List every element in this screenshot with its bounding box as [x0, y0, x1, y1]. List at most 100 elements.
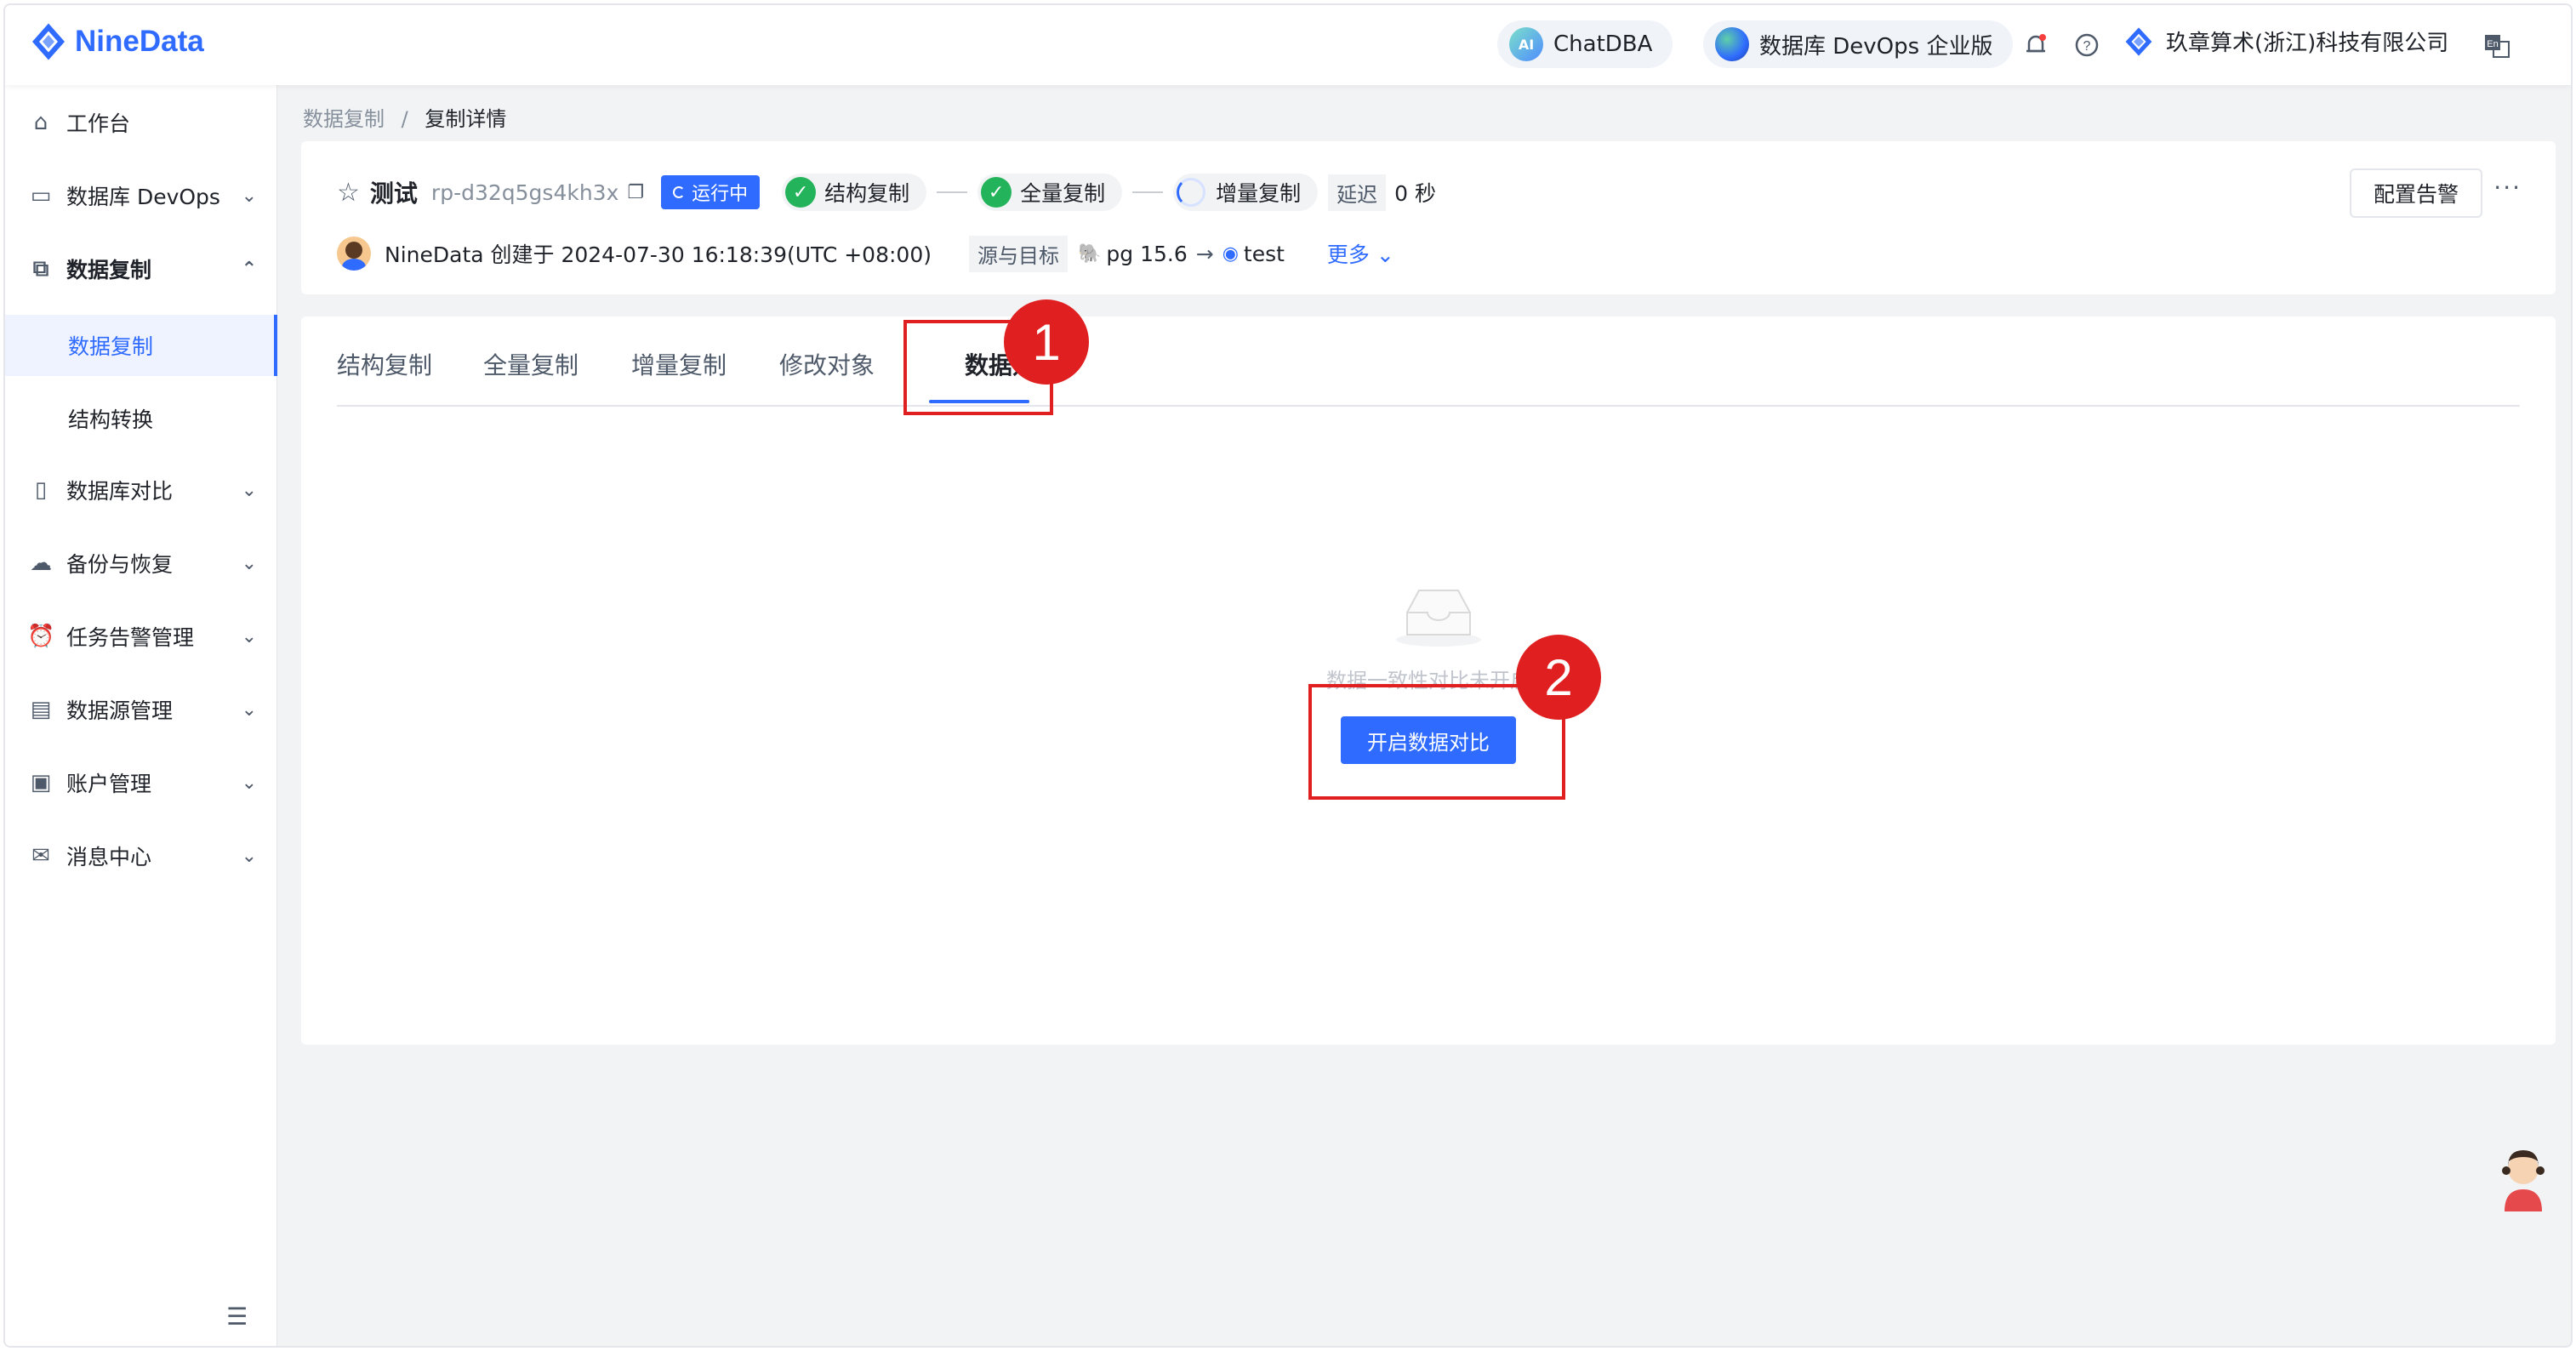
breadcrumb-parent[interactable]: 数据复制 [303, 107, 385, 131]
delay-label: 延迟 [1328, 174, 1387, 211]
configure-alarm-button[interactable]: 配置告警 [2349, 168, 2482, 218]
sidebar-item-messages[interactable]: ✉ 消息中心 ⌄ [5, 825, 277, 886]
top-header: NineData AI ChatDBA 数据库 DevOps 企业版 ? 玖章算… [5, 5, 2571, 85]
chevron-down-icon: ⌄ [241, 772, 257, 794]
chatdba-icon: AI [1509, 27, 1543, 61]
sidebar-item-label: 数据源管理 [66, 698, 174, 723]
chatdba-button[interactable]: AI ChatDBA [1497, 20, 1673, 68]
chevron-down-icon: ⌄ [241, 625, 257, 647]
status-badge: 运行中 [661, 175, 761, 209]
target-db-icon: ◉ [1222, 242, 1239, 265]
annotation-marker-2: 2 [1516, 635, 1601, 720]
app-window: NineData AI ChatDBA 数据库 DevOps 企业版 ? 玖章算… [3, 3, 2573, 1348]
step-label: 增量复制 [1216, 181, 1302, 206]
compare-icon: ▯ [34, 477, 48, 503]
tab-incremental-replication[interactable]: 增量复制 [631, 347, 727, 381]
configure-alarm-label: 配置告警 [2373, 182, 2459, 207]
chevron-down-icon: ⌄ [241, 479, 257, 501]
avatar [337, 237, 371, 271]
chevron-up-icon: ⌃ [241, 258, 257, 280]
mail-icon: ✉ [31, 843, 50, 869]
arrow-right-icon: → [1195, 241, 1214, 266]
sidebar-subitem-replication[interactable]: 数据复制 [5, 315, 277, 376]
sidebar-item-label: 数据复制 [68, 334, 154, 359]
sidebar-item-label: 任务告警管理 [66, 625, 195, 650]
sidebar-item-label: 工作台 [66, 111, 131, 136]
sidebar-item-devops[interactable]: ▭ 数据库 DevOps ⌄ [5, 165, 277, 226]
step-incremental: 增量复制 [1173, 174, 1319, 211]
sidebar-item-workbench[interactable]: ⌂ 工作台 [5, 92, 277, 153]
sidebar-item-replication[interactable]: ⧉ 数据复制 ⌃ [5, 238, 277, 299]
check-icon: ✓ [981, 177, 1012, 208]
edition-label: 数据库 DevOps 企业版 [1759, 33, 1993, 60]
more-link[interactable]: 更多 ⌄ [1327, 238, 1394, 269]
org-switcher[interactable]: 玖章算术(浙江)科技有限公司 [2123, 26, 2448, 57]
step-label: 全量复制 [1020, 181, 1106, 206]
help-icon[interactable]: ? [2072, 31, 2101, 60]
bell-icon[interactable] [2021, 31, 2050, 60]
account-icon: ▣ [30, 770, 52, 795]
check-icon: ✓ [785, 177, 817, 208]
detail-card: 结构复制 全量复制 增量复制 修改对象 数据对比 数据一致性对比未开启 开启数据… [301, 316, 2556, 1045]
step-full: ✓ 全量复制 [977, 174, 1123, 211]
globe-icon [1715, 27, 1749, 61]
sidebar-item-label: 消息中心 [66, 845, 152, 869]
brand-logo[interactable]: NineData [29, 22, 204, 61]
sidebar-item-label: 数据复制 [66, 258, 152, 282]
task-meta-row: NineData 创建于 2024-07-30 16:18:39(UTC +08… [337, 235, 1394, 272]
tab-modify-objects[interactable]: 修改对象 [779, 347, 875, 381]
sidebar-item-backup[interactable]: ☁ 备份与恢复 ⌄ [5, 533, 277, 594]
sidebar-item-account[interactable]: ▣ 账户管理 ⌄ [5, 752, 277, 813]
chevron-down-icon: ⌄ [1376, 242, 1394, 267]
empty-inbox-icon [1396, 590, 1481, 647]
svg-text:En: En [2487, 39, 2498, 49]
star-icon[interactable]: ☆ [337, 178, 360, 208]
annotation-marker-1: 1 [1004, 299, 1089, 385]
sidebar-item-datasource[interactable]: ▤ 数据源管理 ⌄ [5, 679, 277, 740]
breadcrumb: 数据复制 / 复制详情 [303, 102, 506, 132]
delay-value: 0 秒 [1394, 181, 1437, 206]
chatdba-label: ChatDBA [1553, 31, 1653, 57]
cloud-icon: ☁ [30, 550, 52, 576]
tab-full-replication[interactable]: 全量复制 [483, 347, 578, 381]
detail-tabs: 结构复制 全量复制 增量复制 修改对象 数据对比 [337, 316, 2520, 407]
chevron-down-icon: ⌄ [241, 698, 257, 721]
sidebar-item-label: 账户管理 [66, 772, 152, 796]
brand-name: NineData [75, 25, 204, 58]
step-connector [937, 191, 968, 193]
task-id: rp-d32q5gs4kh3x [430, 180, 619, 205]
source-db: pg 15.6 [1106, 241, 1188, 266]
language-icon[interactable]: En [2482, 31, 2511, 60]
alarm-icon: ⏰ [27, 624, 55, 649]
loading-icon [673, 186, 686, 198]
chevron-down-icon: ⌄ [241, 185, 257, 207]
edition-button[interactable]: 数据库 DevOps 企业版 [1703, 20, 2014, 68]
datasource-icon: ▤ [30, 697, 52, 722]
copy-icon[interactable]: ❐ [627, 182, 644, 203]
sidebar-item-db-compare[interactable]: ▯ 数据库对比 ⌄ [5, 459, 277, 521]
sidebar-item-label: 备份与恢复 [66, 552, 174, 577]
sidebar: ⌂ 工作台 ▭ 数据库 DevOps ⌄ ⧉ 数据复制 ⌃ 数据复制 结构转换 … [5, 85, 277, 1346]
breadcrumb-separator: / [401, 107, 408, 131]
sidebar-item-label: 数据库对比 [66, 479, 174, 504]
task-title-row: ☆ 测试 rp-d32q5gs4kh3x ❐ 运行中 ✓ 结构复制 ✓ 全量复制… [337, 174, 1436, 211]
chevron-down-icon: ⌄ [241, 845, 257, 867]
target-db: test [1243, 241, 1285, 266]
tab-schema-replication[interactable]: 结构复制 [337, 347, 432, 381]
more-actions-icon[interactable]: ··· [2493, 174, 2522, 202]
task-summary-card: ☆ 测试 rp-d32q5gs4kh3x ❐ 运行中 ✓ 结构复制 ✓ 全量复制… [301, 141, 2556, 294]
status-badge-label: 运行中 [692, 184, 749, 205]
creator-info: NineData 创建于 2024-07-30 16:18:39(UTC +08… [385, 242, 932, 267]
collapse-sidebar-icon[interactable]: ☰ [226, 1303, 248, 1331]
customer-support-icon[interactable] [2491, 1140, 2556, 1211]
step-connector [1132, 191, 1164, 193]
org-logo-icon [2125, 26, 2152, 56]
sidebar-subitem-schema-convert[interactable]: 结构转换 [5, 388, 277, 449]
sidebar-item-alarm[interactable]: ⏰ 任务告警管理 ⌄ [5, 606, 277, 667]
postgres-icon: 🐘 [1077, 242, 1102, 265]
monitor-icon: ▭ [30, 183, 52, 208]
sidebar-item-label: 结构转换 [68, 408, 154, 432]
more-label: 更多 [1326, 242, 1370, 267]
step-schema: ✓ 结构复制 [782, 174, 927, 211]
sidebar-item-label: 数据库 DevOps [66, 185, 220, 209]
